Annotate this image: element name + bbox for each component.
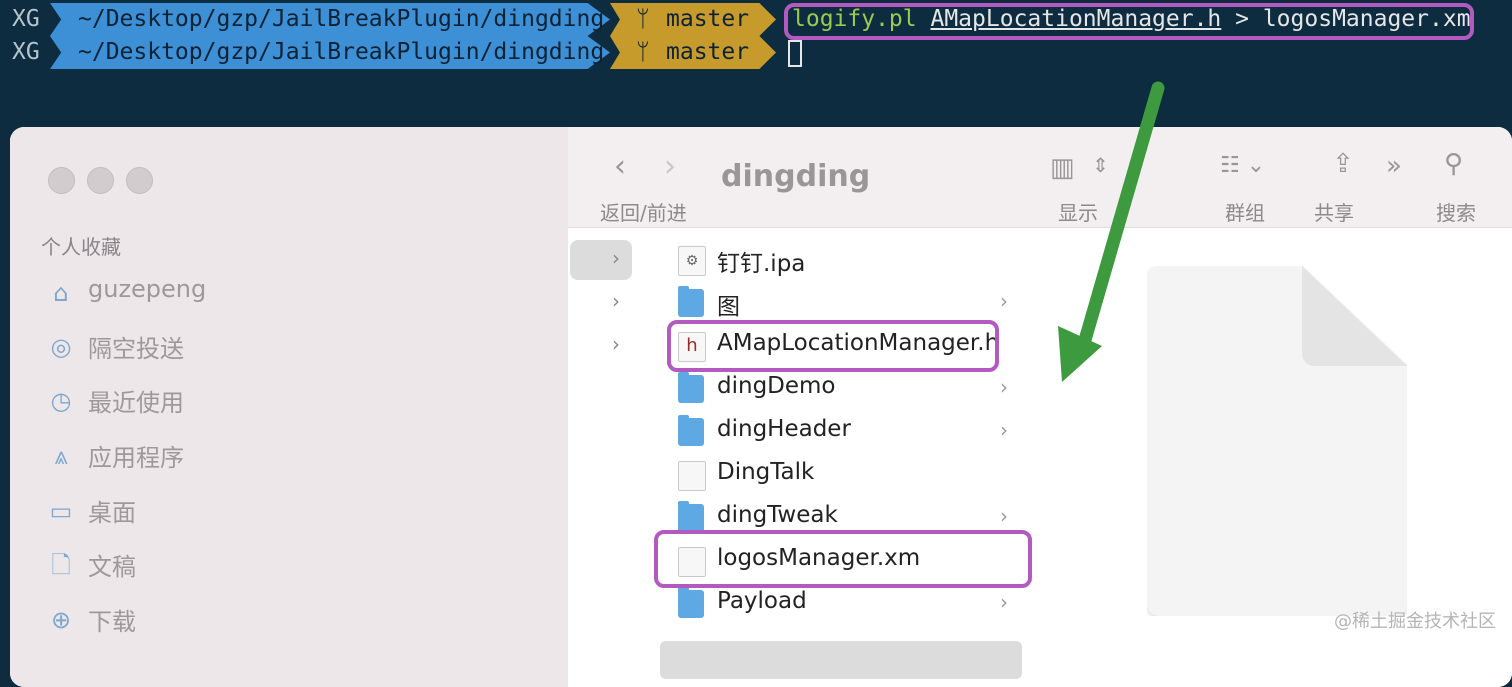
sidebar-item-documents[interactable]: 🗋 文稿 (46, 544, 546, 584)
git-branch-icon: ᛘ (636, 39, 650, 65)
annotation-arrow (1058, 81, 1165, 382)
home-icon: ⌂ (53, 279, 69, 307)
file-name: DingTalk (717, 459, 815, 485)
sidebar-item-label: 最近使用 (88, 389, 184, 417)
parent-row[interactable]: › (570, 283, 632, 323)
cwd-path: ~/Desktop/gzp/JailBreakPlugin/dingding (78, 6, 605, 32)
sidebar-item-home[interactable]: ⌂ guzepeng (46, 272, 546, 312)
header-file-highlight-box (667, 320, 999, 372)
document-preview-icon (1147, 266, 1407, 616)
cwd-path: ~/Desktop/gzp/JailBreakPlugin/dingding (78, 39, 605, 65)
file-name: dingTweak (717, 502, 838, 528)
search-icon[interactable]: ⚲ (1444, 149, 1463, 179)
sidebar-item-desktop[interactable]: ▭ 桌面 (46, 490, 546, 530)
file-name: Payload (717, 588, 807, 614)
sidebar-item-airdrop[interactable]: ◎ 隔空投送 (46, 326, 546, 366)
folder-icon (678, 501, 704, 532)
close-window-button[interactable] (48, 167, 75, 194)
ipa-file-icon: ⚙ (678, 246, 706, 276)
sidebar-item-downloads[interactable]: ⊕ 下载 (46, 599, 546, 639)
watermark: @稀土掘金技术社区 (1334, 611, 1496, 632)
sidebar-item-label: 文稿 (88, 553, 136, 581)
command-highlight-box (784, 3, 1474, 40)
selected-row-background (660, 641, 1022, 679)
sidebar-section-title: 个人收藏 (41, 235, 121, 259)
document-icon: 🗋 (51, 551, 71, 579)
host-label: XG (12, 6, 40, 32)
parent-column: › › › (568, 228, 645, 687)
file-list-column: ⚙ 钉钉.ipa 图 › h AMapLocationManager.h din… (644, 228, 1043, 687)
chevron-right-icon: › (1000, 289, 1008, 313)
window-title: dingding (721, 159, 871, 194)
nav-label: 返回/前进 (600, 201, 687, 225)
sidebar-item-recents[interactable]: ◷ 最近使用 (46, 380, 546, 420)
applications-icon: ⩓ (54, 442, 68, 470)
airdrop-icon: ◎ (50, 333, 72, 361)
sidebar-item-label: 下载 (88, 608, 136, 636)
terminal[interactable]: XG ~/Desktop/gzp/JailBreakPlugin/dingdin… (0, 0, 1512, 140)
chevron-right-icon: › (612, 246, 620, 270)
chevron-right-icon: › (612, 289, 620, 313)
desktop-icon: ▭ (49, 497, 73, 525)
group-label: 群组 (1225, 201, 1265, 225)
folder-row[interactable]: 图 › (644, 283, 1042, 323)
file-name: 图 (717, 294, 740, 320)
more-chevron-icon[interactable]: » (1386, 151, 1402, 181)
group-icon[interactable]: ☷ ⌄ (1220, 153, 1265, 178)
chevron-right-icon: › (1000, 590, 1008, 614)
terminal-cursor (788, 40, 802, 67)
folder-icon (678, 286, 704, 317)
git-branch-icon: ᛘ (636, 6, 650, 32)
sidebar-item-applications[interactable]: ⩓ 应用程序 (46, 435, 546, 475)
search-label: 搜索 (1436, 201, 1476, 225)
document-icon (678, 461, 706, 491)
folder-row[interactable]: Payload › (644, 584, 1042, 624)
chevron-right-icon: › (612, 332, 620, 356)
branch-name: master (666, 39, 750, 65)
file-name: dingDemo (717, 373, 836, 399)
file-row[interactable]: DingTalk (644, 455, 1042, 495)
folder-icon (678, 415, 704, 446)
folder-icon (678, 587, 704, 618)
zoom-window-button[interactable] (126, 167, 153, 194)
sidebar-item-label: 应用程序 (88, 444, 184, 472)
folder-row[interactable]: dingHeader › (644, 412, 1042, 452)
share-label: 共享 (1314, 201, 1354, 225)
sidebar-item-label: guzepeng (88, 275, 207, 303)
chevron-right-icon: › (1000, 375, 1008, 399)
terminal-line-2: XG ~/Desktop/gzp/JailBreakPlugin/dingdin… (0, 36, 1512, 69)
download-icon: ⊕ (50, 606, 72, 634)
sidebar-item-label: 隔空投送 (88, 335, 184, 363)
clock-icon: ◷ (50, 387, 72, 415)
file-name: 钉钉.ipa (717, 251, 806, 277)
chevron-right-icon: › (1000, 504, 1008, 528)
back-button[interactable]: ‹ (614, 149, 626, 184)
folder-row[interactable]: dingDemo › (644, 369, 1042, 409)
sidebar: 个人收藏 ⌂ guzepeng ◎ 隔空投送 ◷ 最近使用 ⩓ 应用程序 ▭ 桌… (10, 127, 569, 687)
page-fold (1302, 266, 1407, 366)
folder-icon (678, 372, 704, 403)
minimize-window-button[interactable] (87, 167, 114, 194)
branch-name: master (666, 6, 750, 32)
share-icon[interactable]: ⇪ (1332, 149, 1354, 179)
file-row[interactable]: ⚙ 钉钉.ipa (644, 240, 1042, 280)
file-name: dingHeader (717, 416, 851, 442)
parent-row[interactable]: › (570, 326, 632, 366)
parent-row-selected[interactable]: › (570, 240, 632, 280)
forward-button[interactable]: › (664, 149, 676, 184)
finder-window: 个人收藏 ⌂ guzepeng ◎ 隔空投送 ◷ 最近使用 ⩓ 应用程序 ▭ 桌… (10, 127, 1512, 687)
chevron-right-icon: › (1000, 418, 1008, 442)
host-label: XG (12, 39, 40, 65)
output-file-highlight-box (654, 530, 1032, 588)
sidebar-item-label: 桌面 (88, 499, 136, 527)
